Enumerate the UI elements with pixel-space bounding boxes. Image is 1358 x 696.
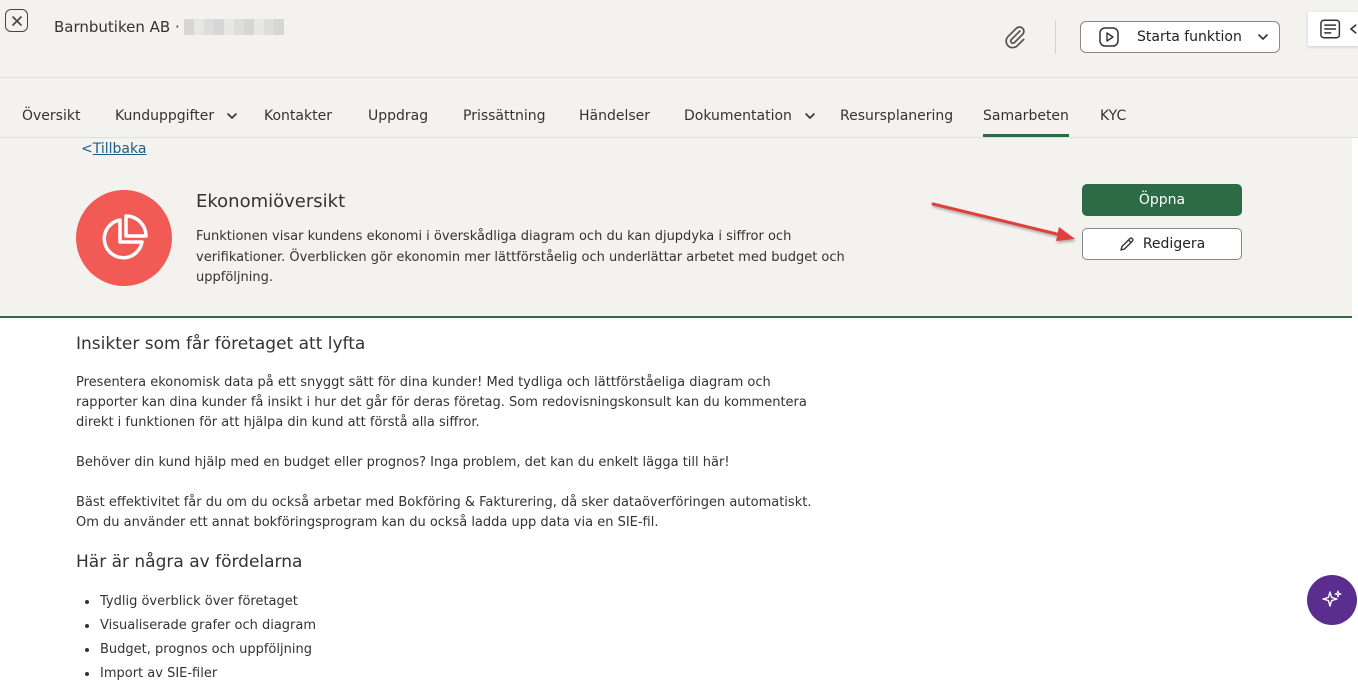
- header-divider: [1055, 20, 1056, 54]
- ai-assistant-button[interactable]: [1307, 575, 1357, 625]
- tab-bar: Översikt Kunduppgifter Kontakter Uppdrag…: [0, 78, 1358, 138]
- paperclip-icon[interactable]: [1002, 24, 1028, 50]
- function-icon: [76, 190, 172, 286]
- company-title: Barnbutiken AB ·: [54, 18, 284, 36]
- tab-kunduppgifter[interactable]: Kunduppgifter: [115, 108, 238, 124]
- content-heading-benefits: Här är några av fördelarna: [76, 552, 303, 572]
- chevron-down-icon: [1258, 34, 1268, 40]
- back-prefix: <: [81, 141, 93, 157]
- open-label: Öppna: [1138, 192, 1186, 208]
- function-panel: <Tillbaka Ekonomiöversikt Funktionen vis…: [0, 138, 1352, 318]
- sparkle-icon: [1322, 590, 1342, 607]
- chevron-left-icon: [1349, 24, 1357, 34]
- tab-dokumentation[interactable]: Dokumentation: [684, 108, 816, 124]
- pie-chart-icon: [102, 214, 148, 260]
- chevron-down-icon: [805, 113, 815, 119]
- edit-label: Redigera: [1142, 236, 1206, 252]
- list-item: Budget, prognos och uppföljning: [76, 640, 316, 664]
- list-item: Visualiserade grafer och diagram: [76, 616, 316, 640]
- close-icon: [11, 15, 22, 26]
- redacted-org-number: [183, 19, 284, 35]
- function-title: Ekonomiöversikt: [196, 191, 346, 212]
- edit-button[interactable]: Redigera: [1082, 228, 1242, 260]
- tab-samarbeten[interactable]: Samarbeten: [983, 108, 1069, 137]
- open-button[interactable]: Öppna: [1082, 184, 1242, 216]
- content-paragraph-budget: Behöver din kund hjälp med en budget ell…: [76, 455, 730, 470]
- back-label: Tillbaka: [92, 141, 147, 157]
- notes-icon: [1320, 19, 1341, 39]
- play-icon: [1099, 27, 1119, 47]
- start-function-label: Starta funktion: [1137, 29, 1242, 45]
- tab-resursplanering[interactable]: Resursplanering: [840, 108, 953, 124]
- notes-button[interactable]: [1308, 12, 1358, 46]
- content-paragraph-efficiency: Bäst effektivitet får du om du också arb…: [76, 495, 812, 510]
- tab-handelser[interactable]: Händelser: [579, 108, 650, 124]
- close-button[interactable]: [5, 9, 28, 32]
- start-function-button[interactable]: Starta funktion: [1080, 21, 1280, 53]
- pencil-icon: [1120, 237, 1134, 251]
- back-link[interactable]: <Tillbaka: [81, 141, 146, 157]
- content-paragraph-sie: Om du använder ett annat bokföringsprogr…: [76, 515, 659, 530]
- company-name: Barnbutiken AB ·: [54, 18, 180, 36]
- chevron-down-icon: [227, 113, 237, 119]
- tab-kontakter[interactable]: Kontakter: [264, 108, 332, 124]
- top-header: Barnbutiken AB · Starta funktion: [0, 0, 1358, 78]
- benefits-list: Tydlig överblick över företaget Visualis…: [76, 592, 316, 688]
- content-paragraph-intro: Presentera ekonomisk data på ett snyggt …: [76, 375, 807, 430]
- function-description: Funktionen visar kundens ekonomi i övers…: [196, 229, 845, 285]
- content-heading-insights: Insikter som får företaget att lyfta: [76, 334, 366, 354]
- tab-kyc[interactable]: KYC: [1100, 108, 1126, 124]
- list-item: Tydlig överblick över företaget: [76, 592, 316, 616]
- tab-oversikt[interactable]: Översikt: [22, 108, 80, 124]
- annotation-arrow: [931, 202, 1075, 241]
- tab-uppdrag[interactable]: Uppdrag: [368, 108, 428, 124]
- tab-prissattning[interactable]: Prissättning: [463, 108, 546, 124]
- list-item: Import av SIE-filer: [76, 664, 316, 688]
